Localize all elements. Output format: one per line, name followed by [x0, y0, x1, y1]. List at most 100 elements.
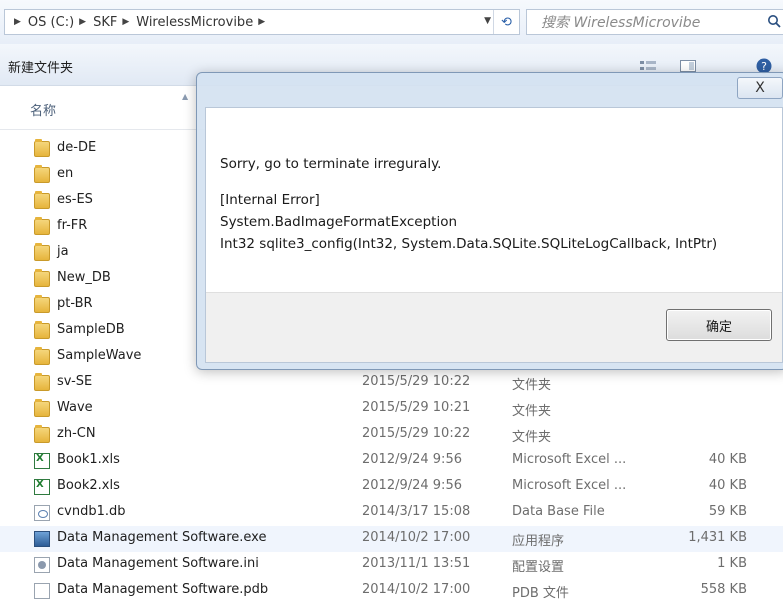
folder-icon — [34, 399, 50, 417]
file-name: ja — [57, 244, 69, 259]
file-name: cvndb1.db — [57, 504, 126, 519]
file-date: 2014/10/2 17:00 — [362, 530, 471, 545]
file-date: 2014/3/17 15:08 — [362, 504, 471, 519]
file-name: Book2.xls — [57, 478, 120, 493]
close-icon: X — [755, 80, 765, 96]
excel-icon — [34, 453, 50, 469]
search-placeholder: 搜索 WirelessMicrovibe — [541, 15, 701, 31]
ok-button[interactable]: 确定 — [666, 309, 772, 341]
file-size: 59 KB — [708, 504, 747, 519]
folder-icon — [34, 347, 50, 365]
file-type: 文件夹 — [512, 378, 552, 393]
folder-icon — [34, 425, 50, 443]
folder-icon — [34, 373, 50, 391]
column-name-header[interactable]: 名称 — [30, 100, 56, 119]
breadcrumb-os-drive[interactable]: OS (C:) — [28, 15, 74, 30]
file-date: 2015/5/29 10:21 — [362, 400, 471, 415]
error-dialog: X Sorry, go to terminate irreguraly. [In… — [196, 72, 783, 370]
file-size: 40 KB — [708, 452, 747, 467]
file-row[interactable]: Book1.xls 2012/9/24 9:56 Microsoft Excel .… — [0, 448, 783, 474]
exception-name: System.BadImageFormatException — [220, 214, 458, 230]
file-name: fr-FR — [57, 218, 88, 233]
file-row[interactable]: Data Management Software.pdb 2014/10/2 17… — [0, 578, 783, 604]
file-name: sv-SE — [57, 374, 93, 389]
file-type: Microsoft Excel ... — [512, 452, 627, 467]
preview-pane-icon[interactable] — [680, 60, 696, 72]
folder-icon — [34, 165, 50, 183]
new-folder-button[interactable]: 新建文件夹 — [8, 57, 73, 76]
file-row[interactable]: Data Management Software.ini 2013/11/1 13… — [0, 552, 783, 578]
file-type: 文件夹 — [512, 404, 552, 419]
file-name: Book1.xls — [57, 452, 120, 467]
file-date: 2015/5/29 10:22 — [362, 426, 471, 441]
pdb-icon — [34, 583, 50, 599]
file-size: 40 KB — [708, 478, 747, 493]
file-name: Data Management Software.exe — [57, 530, 267, 545]
folder-icon — [34, 269, 50, 287]
folder-icon — [34, 191, 50, 209]
address-row: ▶ OS (C:) ▶ SKF ▶ WirelessMicrovibe ▶ ▼ … — [0, 0, 783, 44]
file-name: New_DB — [57, 270, 111, 285]
file-type: Microsoft Excel ... — [512, 478, 627, 493]
file-name: de-DE — [57, 140, 97, 155]
file-date: 2015/5/29 10:22 — [362, 374, 471, 389]
folder-icon — [34, 217, 50, 235]
sort-ascending-icon: ▲ — [182, 92, 189, 101]
dialog-body: Sorry, go to terminate irreguraly. [Inte… — [205, 107, 783, 363]
ok-button-label: 确定 — [705, 319, 732, 335]
file-name: pt-BR — [57, 296, 93, 311]
file-name: zh-CN — [57, 426, 96, 441]
file-row[interactable]: Book2.xls 2012/9/24 9:56 Microsoft Excel .… — [0, 474, 783, 500]
file-row[interactable]: Wave 2015/5/29 10:21 文件夹 — [0, 396, 783, 422]
file-row[interactable]: cvndb1.db 2014/3/17 15:08 Data Base File 59… — [0, 500, 783, 526]
file-type: 配置设置 — [512, 560, 565, 575]
file-name: Wave — [57, 400, 93, 415]
file-size: 1 KB — [717, 556, 747, 571]
file-row[interactable]: sv-SE 2015/5/29 10:22 文件夹 — [0, 370, 783, 396]
breadcrumb-arrow-icon[interactable]: ▶ — [122, 17, 129, 27]
breadcrumb-arrow-icon[interactable]: ▶ — [258, 17, 265, 27]
db-icon — [34, 505, 50, 521]
breadcrumb-arrow-icon[interactable]: ▶ — [79, 17, 86, 27]
breadcrumb-arrow-icon[interactable]: ▶ — [14, 17, 21, 27]
address-history-dropdown-icon[interactable]: ▼ — [484, 16, 491, 26]
refresh-icon[interactable]: ⟲ — [493, 10, 519, 34]
folder-icon — [34, 321, 50, 339]
file-name: Data Management Software.pdb — [57, 582, 269, 597]
excel-icon — [34, 479, 50, 495]
folder-icon — [34, 139, 50, 157]
file-type: Data Base File — [512, 504, 605, 519]
file-name: en — [57, 166, 74, 181]
file-name: Data Management Software.ini — [57, 556, 259, 571]
file-name: es-ES — [57, 192, 93, 207]
file-date: 2014/10/2 17:00 — [362, 582, 471, 597]
file-type: PDB 文件 — [512, 586, 569, 601]
file-size: 558 KB — [700, 582, 747, 597]
exe-icon — [34, 531, 50, 547]
file-date: 2012/9/24 9:56 — [362, 478, 462, 493]
folder-icon — [34, 243, 50, 261]
file-type: 文件夹 — [512, 430, 552, 445]
dialog-footer: 确定 — [206, 292, 782, 362]
breadcrumb-skf[interactable]: SKF — [93, 15, 117, 30]
breadcrumb-wirelessmicrovibe[interactable]: WirelessMicrovibe — [136, 15, 253, 30]
error-heading: [Internal Error] — [220, 192, 320, 208]
method-signature: Int32 sqlite3_config(Int32, System.Data.… — [220, 236, 718, 252]
folder-icon — [34, 295, 50, 313]
file-row[interactable]: Data Management Software.exe 2014/10/2 17… — [0, 526, 783, 552]
ini-icon — [34, 557, 50, 573]
file-name: SampleDB — [57, 322, 125, 337]
dialog-close-button[interactable]: X — [737, 77, 783, 99]
search-input[interactable]: 搜索 WirelessMicrovibe — [526, 9, 783, 35]
file-date: 2012/9/24 9:56 — [362, 452, 462, 467]
search-icon[interactable] — [767, 14, 781, 28]
error-summary: Sorry, go to terminate irreguraly. — [220, 156, 442, 172]
file-name: SampleWave — [57, 348, 142, 363]
error-message: Sorry, go to terminate irreguraly. [Inte… — [220, 153, 717, 255]
view-options-icon[interactable] — [640, 60, 656, 72]
file-type: 应用程序 — [512, 534, 565, 549]
file-size: 1,431 KB — [688, 530, 747, 545]
address-bar[interactable]: ▶ OS (C:) ▶ SKF ▶ WirelessMicrovibe ▶ ▼ … — [4, 9, 520, 35]
file-row[interactable]: zh-CN 2015/5/29 10:22 文件夹 — [0, 422, 783, 448]
file-date: 2013/11/1 13:51 — [362, 556, 471, 571]
